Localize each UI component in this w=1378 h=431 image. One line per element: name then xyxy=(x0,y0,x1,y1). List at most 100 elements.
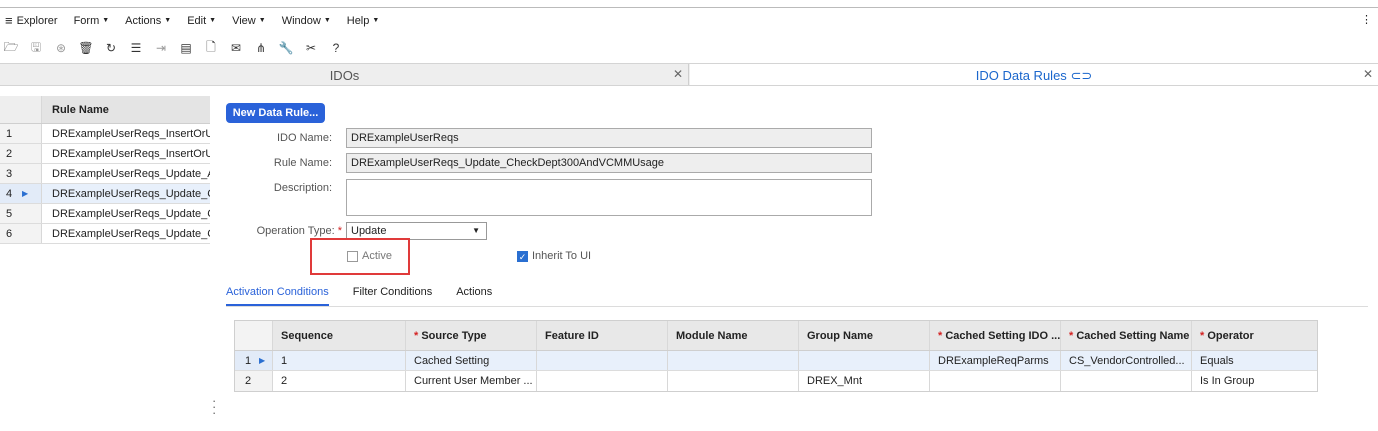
rule-name-cell: DRExampleUserReqs_InsertOrUp xyxy=(52,128,210,140)
save-icon[interactable]: 🖫 xyxy=(29,40,43,56)
filter-in-place-icon[interactable]: ⇥ xyxy=(154,40,168,56)
required-marker: * xyxy=(1069,330,1074,342)
cell-sequence[interactable]: 2 xyxy=(273,371,406,391)
required-marker: * xyxy=(1200,330,1205,342)
row-number: 2 xyxy=(235,371,273,391)
inherit-to-ui-label: Inherit To UI xyxy=(532,250,592,262)
tools-icon[interactable]: 🔧 xyxy=(279,40,294,56)
column-header-sequence[interactable]: Sequence xyxy=(273,321,406,350)
column-header-operator[interactable]: * Operator xyxy=(1192,321,1317,350)
tab-idos[interactable]: IDOs ✕ xyxy=(0,64,689,85)
column-header-cached-setting-ido[interactable]: * Cached Setting IDO ... xyxy=(930,321,1061,350)
menu-bar: ≡ Explorer Form ▼ Actions ▼ Edit ▼ View ▼ Wi… xyxy=(0,7,1378,33)
cell-cached-setting-name[interactable] xyxy=(1061,371,1192,391)
tab-filter-conditions[interactable]: Filter Conditions xyxy=(353,286,432,306)
row-number: 5 xyxy=(0,204,42,223)
explorer-menu[interactable]: ≡ Explorer xyxy=(0,13,66,28)
source-type-header-label: Source Type xyxy=(421,330,487,342)
rule-name-cell: DRExampleUserReqs_InsertOrUp xyxy=(52,148,210,160)
cell-source-type[interactable]: Cached Setting xyxy=(406,351,537,370)
current-row-arrow-icon: ▶ xyxy=(259,356,266,365)
email-icon[interactable]: ✉ xyxy=(229,40,243,56)
column-header-source-type[interactable]: * Source Type xyxy=(406,321,537,350)
tab-ido-data-rules[interactable]: IDO Data Rules ⊂⊃ ✕ xyxy=(690,64,1378,85)
ido-name-field[interactable]: DRExampleUserReqs xyxy=(346,128,872,148)
cell-source-type[interactable]: Current User Member ... xyxy=(406,371,537,391)
row-number: 1 xyxy=(0,124,42,143)
cancel-icon[interactable]: ⊛ xyxy=(54,40,68,56)
tab-actions[interactable]: Actions xyxy=(456,286,492,306)
rule-name-label: Rule Name: xyxy=(273,157,332,169)
menu-actions[interactable]: Actions ▼ xyxy=(117,15,179,27)
divider xyxy=(226,306,1368,307)
filter-icon[interactable]: ☰ xyxy=(129,40,143,56)
list-item[interactable]: 5 DRExampleUserReqs_Update_Ch xyxy=(0,204,210,224)
activation-conditions-grid: Sequence * Source Type Feature ID Module… xyxy=(234,320,1318,392)
tab-rules-title: IDO Data Rules ⊂⊃ xyxy=(690,68,1378,84)
cell-feature-id[interactable] xyxy=(537,351,668,370)
cell-group-name[interactable] xyxy=(799,351,930,370)
cell-cached-setting-ido[interactable]: DRExampleReqParms xyxy=(930,351,1061,370)
new-data-rule-button[interactable]: New Data Rule... xyxy=(226,103,325,123)
menu-actions-label: Actions xyxy=(125,14,162,27)
dropdown-arrow-icon: ▼ xyxy=(472,226,480,235)
notes-icon[interactable]: ▤ xyxy=(179,40,193,56)
org-chart-icon[interactable]: ⋔ xyxy=(254,40,268,56)
cell-cached-setting-name[interactable]: CS_VendorControlled... xyxy=(1061,351,1192,370)
rule-name-cell: DRExampleUserReqs_Update_Ap xyxy=(52,168,210,180)
caret-down-icon: ▼ xyxy=(258,17,266,24)
table-row[interactable]: 2 2 Current User Member ... DREX_Mnt Is … xyxy=(235,371,1317,391)
list-item[interactable]: 2 DRExampleUserReqs_InsertOrUp xyxy=(0,144,210,164)
vertical-ellipsis-icon[interactable]: ⋮ xyxy=(1361,13,1372,26)
list-item[interactable]: 6 DRExampleUserReqs_Update_Ch xyxy=(0,224,210,244)
list-item[interactable]: 3 DRExampleUserReqs_Update_Ap xyxy=(0,164,210,184)
new-document-icon[interactable]: 🗋 xyxy=(204,40,218,56)
column-header-cached-setting-name[interactable]: * Cached Setting Name xyxy=(1061,321,1192,350)
list-item-selected[interactable]: 4 ▶ DRExampleUserReqs_Update_Ch xyxy=(0,184,210,204)
column-header-module-name[interactable]: Module Name xyxy=(668,321,799,350)
refresh-icon[interactable]: ↻ xyxy=(104,40,118,56)
menu-window-label: Window xyxy=(281,14,321,27)
table-row[interactable]: 1 ▶ 1 Cached Setting DRExampleReqParms CS… xyxy=(235,351,1317,371)
open-folder-icon[interactable]: 🗁 xyxy=(4,40,19,56)
tab-rules-label: IDO Data Rules xyxy=(975,68,1067,83)
cell-module-name[interactable] xyxy=(668,351,799,370)
rule-list-grid: Rule Name 1 DRExampleUserReqs_InsertOrUp… xyxy=(0,96,210,244)
cell-module-name[interactable] xyxy=(668,371,799,391)
column-header-group-name[interactable]: Group Name xyxy=(799,321,930,350)
hamburger-icon: ≡ xyxy=(5,13,13,28)
splitter-handle[interactable]: · · · xyxy=(212,394,216,419)
menu-help[interactable]: Help ▼ xyxy=(339,15,388,27)
cell-group-name[interactable]: DREX_Mnt xyxy=(799,371,930,391)
tools-cross-icon[interactable]: ✂ xyxy=(304,40,318,56)
rule-name-header[interactable]: Rule Name xyxy=(42,96,210,123)
close-icon[interactable]: ✕ xyxy=(673,67,683,81)
ido-name-label: IDO Name: xyxy=(276,132,332,144)
help-icon[interactable]: ? xyxy=(329,40,343,56)
description-label: Description: xyxy=(273,182,332,194)
cell-operator[interactable]: Is In Group xyxy=(1192,371,1317,391)
close-icon[interactable]: ✕ xyxy=(1363,67,1373,81)
menu-view[interactable]: View ▼ xyxy=(224,15,274,27)
menu-edit[interactable]: Edit ▼ xyxy=(179,15,224,27)
description-field[interactable] xyxy=(346,179,872,216)
cell-sequence[interactable]: 1 xyxy=(273,351,406,370)
cell-cached-setting-ido[interactable] xyxy=(930,371,1061,391)
rule-name-cell: DRExampleUserReqs_Update_Ch xyxy=(52,208,210,220)
inherit-to-ui-checkbox[interactable]: ✓ Inherit To UI xyxy=(517,250,591,262)
cell-feature-id[interactable] xyxy=(537,371,668,391)
rule-name-field[interactable]: DRExampleUserReqs_Update_CheckDept300And… xyxy=(346,153,872,173)
explorer-label: Explorer xyxy=(16,14,58,27)
menu-window[interactable]: Window ▼ xyxy=(274,15,339,27)
cell-operator[interactable]: Equals xyxy=(1192,351,1317,370)
row-number-header xyxy=(0,96,42,123)
column-header-feature-id[interactable]: Feature ID xyxy=(537,321,668,350)
row-number-cell: 4 ▶ xyxy=(0,184,42,203)
row-number: 1 xyxy=(245,355,252,367)
menu-form[interactable]: Form ▼ xyxy=(66,15,118,27)
tab-activation-conditions[interactable]: Activation Conditions xyxy=(226,286,329,306)
list-item[interactable]: 1 DRExampleUserReqs_InsertOrUp xyxy=(0,124,210,144)
caret-down-icon: ▼ xyxy=(209,17,217,24)
cached-setting-ido-header-label: Cached Setting IDO ... xyxy=(945,330,1061,342)
delete-icon[interactable]: 🗑 xyxy=(78,40,93,56)
